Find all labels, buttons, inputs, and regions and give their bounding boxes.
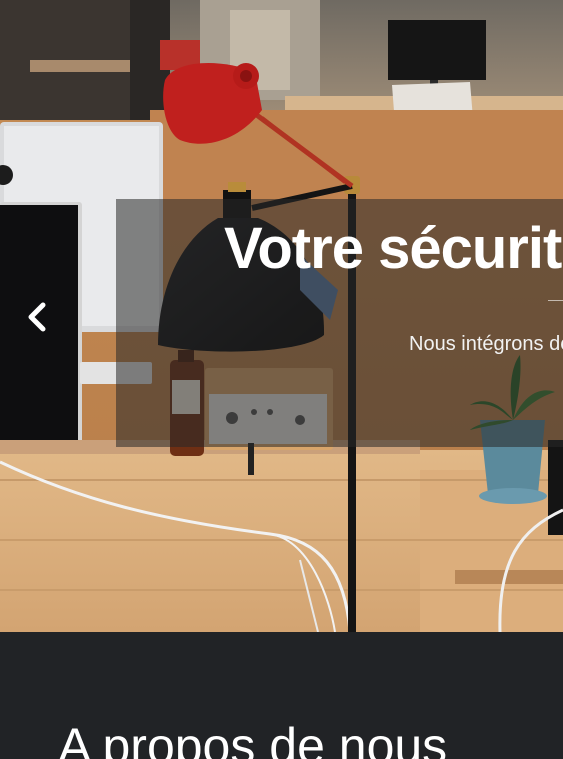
hero-carousel: Votre sécurité Nous intégrons des soluti… <box>0 0 563 632</box>
hero-subtitle: Nous intégrons des solutions <box>409 333 563 355</box>
chevron-left-icon <box>28 302 46 332</box>
about-title: A propos de nous <box>58 718 448 759</box>
about-section: A propos de nous <box>0 632 563 759</box>
hero-divider <box>548 300 563 301</box>
hero-title: Votre sécurité <box>224 216 563 281</box>
page: Votre sécurité Nous intégrons des soluti… <box>0 0 563 759</box>
hero-caption-panel: Votre sécurité Nous intégrons des soluti… <box>116 199 563 447</box>
carousel-prev-button[interactable] <box>18 291 56 343</box>
